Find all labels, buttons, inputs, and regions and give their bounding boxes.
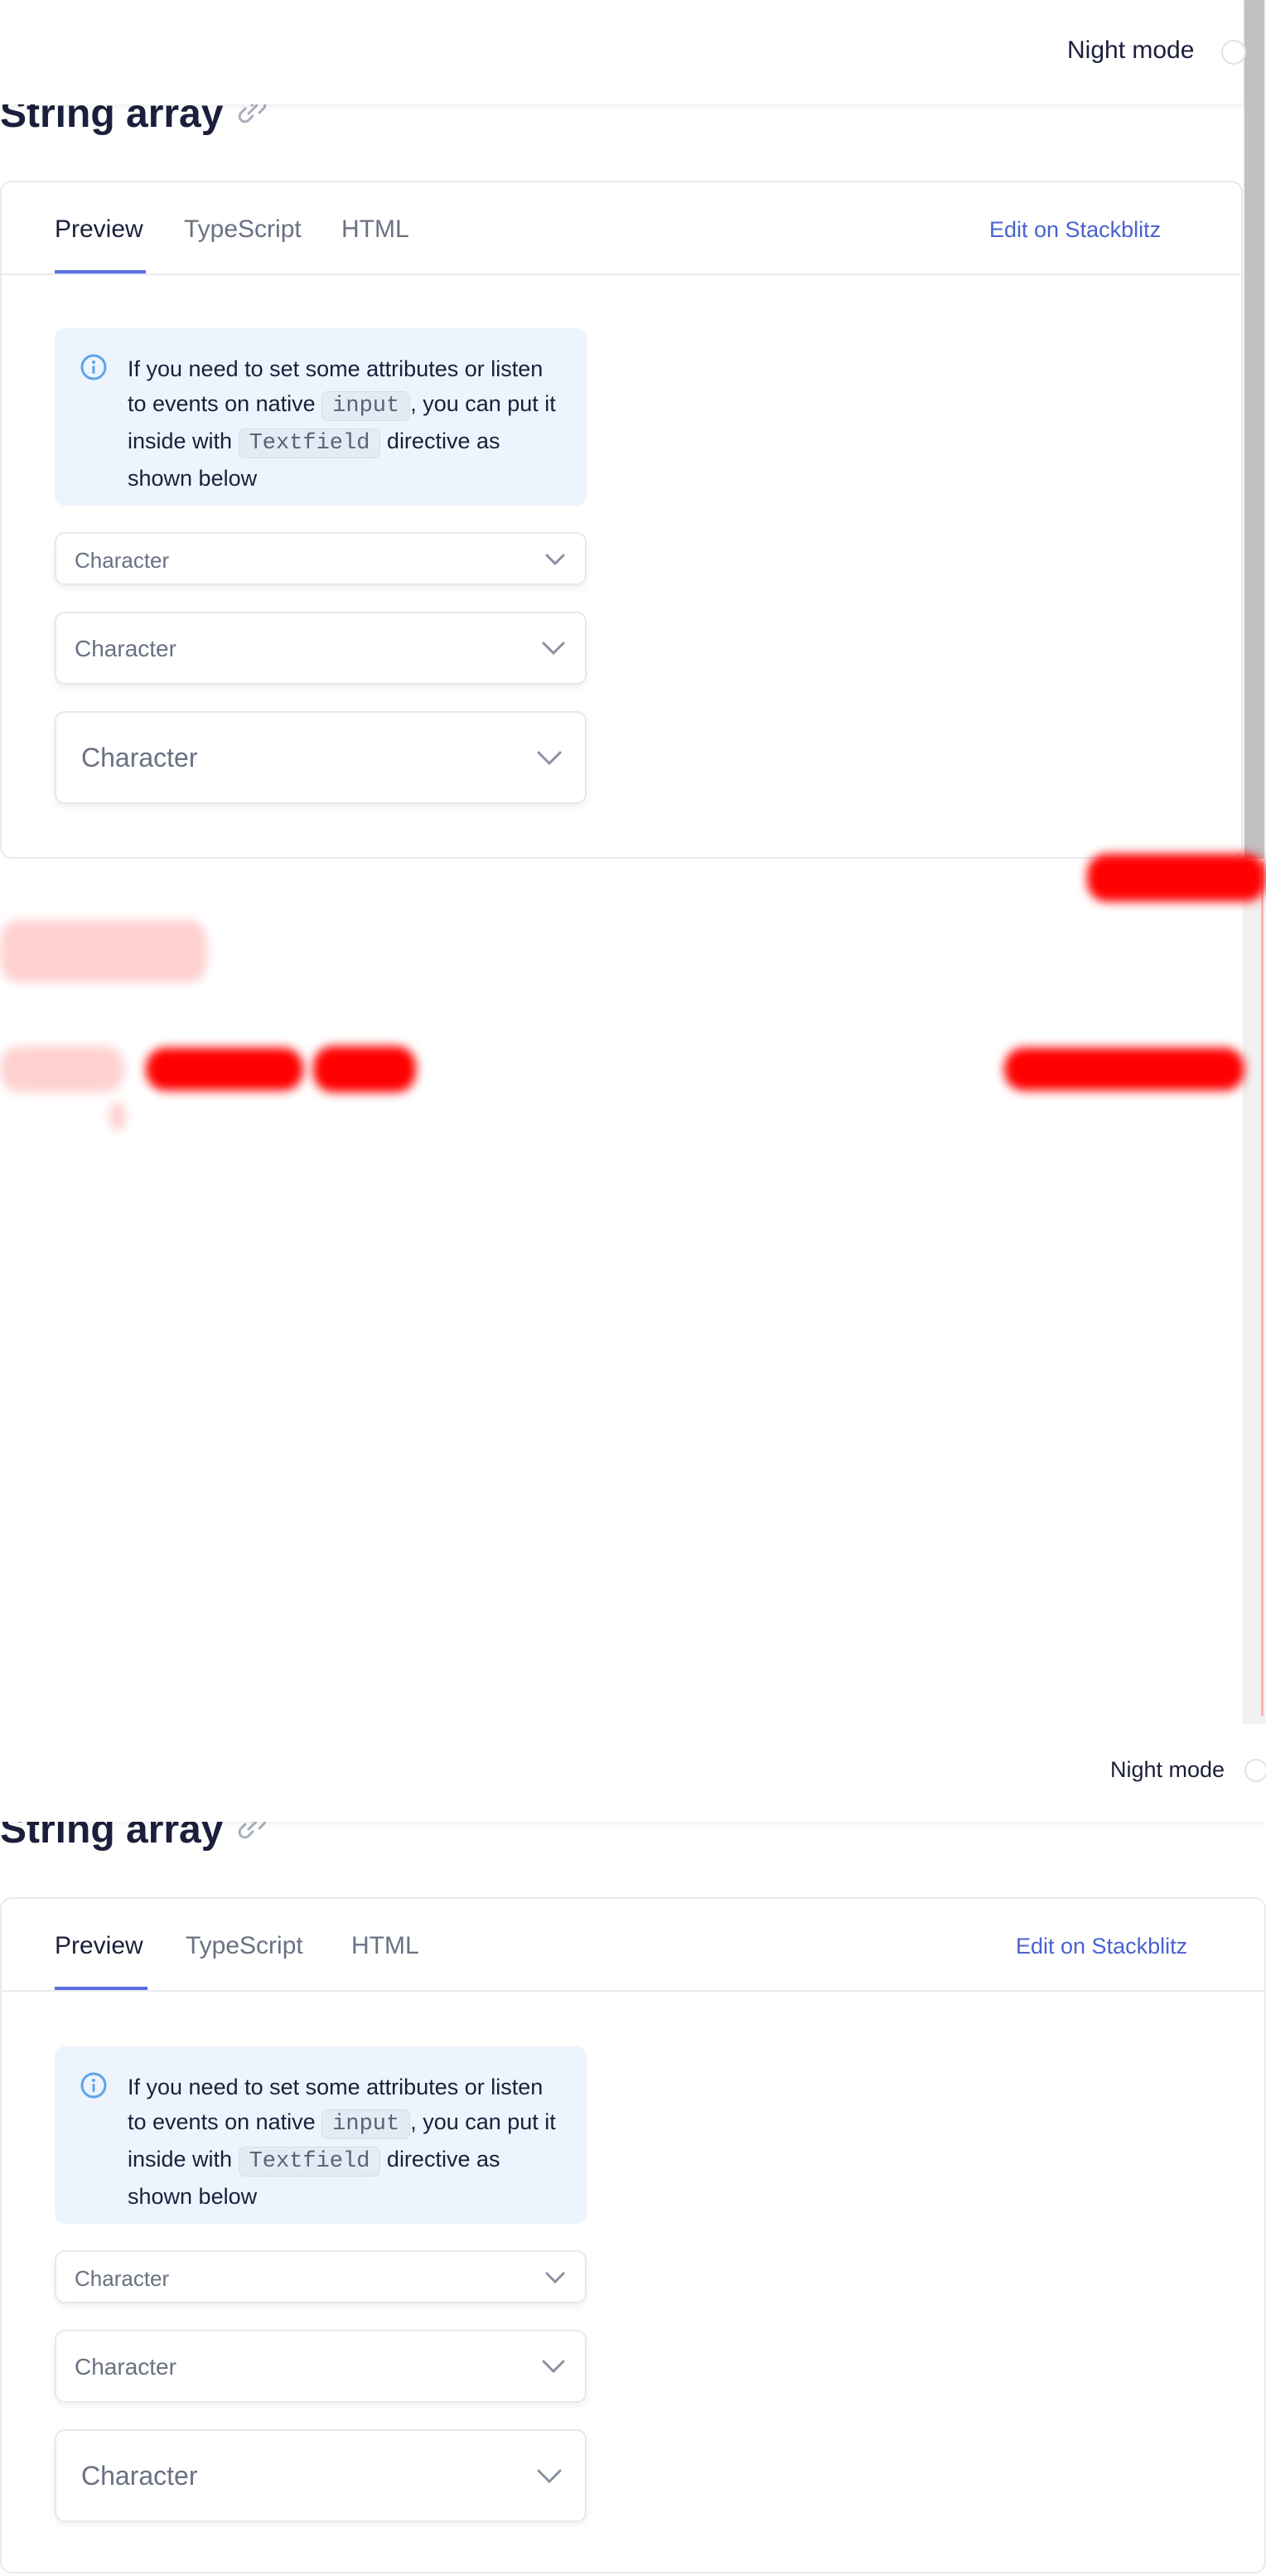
redaction-blob	[313, 1046, 416, 1092]
redaction-blob	[1087, 854, 1266, 902]
edit-on-stackblitz-link[interactable]: Edit on Stackblitz	[989, 217, 1161, 243]
select-small-placeholder: Character	[75, 548, 170, 573]
night-mode-toggle[interactable]	[1244, 1759, 1266, 1782]
chevron-down-icon	[537, 2469, 562, 2484]
night-mode-label: Night mode	[1067, 36, 1195, 64]
redaction-blob	[0, 1046, 124, 1092]
scrollbar-edge	[1261, 862, 1264, 1716]
night-mode-toggle[interactable]	[1221, 40, 1246, 65]
tab-preview[interactable]: Preview	[55, 1932, 143, 1960]
select-medium-placeholder: Character	[75, 636, 176, 661]
tab-html[interactable]: HTML	[341, 215, 409, 244]
night-mode-label: Night mode	[1110, 1757, 1225, 1782]
chevron-down-icon	[542, 2360, 565, 2373]
tab-typescript[interactable]: TypeScript	[184, 215, 302, 244]
chevron-down-icon	[545, 2272, 565, 2283]
code-textfield: Textfield	[238, 429, 381, 458]
active-tab-indicator	[55, 1987, 147, 1990]
chevron-down-icon	[545, 554, 565, 565]
select-large[interactable]: Character	[55, 2429, 587, 2522]
bottom-header: Night mode	[0, 1724, 1266, 1822]
redaction-blob	[109, 1102, 126, 1131]
select-small[interactable]: Character	[55, 2250, 587, 2303]
redaction-blob	[0, 920, 207, 983]
select-medium-placeholder: Character	[75, 2354, 176, 2380]
code-textfield: Textfield	[238, 2147, 381, 2177]
select-large-placeholder: Character	[81, 743, 198, 772]
code-input: input	[321, 391, 411, 421]
select-large[interactable]: Character	[55, 711, 587, 804]
tab-typescript[interactable]: TypeScript	[186, 1932, 303, 1960]
info-notification: If you need to set some attributes or li…	[55, 2046, 587, 2224]
select-small[interactable]: Character	[55, 532, 587, 585]
active-tab-indicator	[55, 270, 146, 274]
select-large-placeholder: Character	[81, 2461, 198, 2491]
redaction-blob	[1004, 1048, 1244, 1091]
select-medium[interactable]: Character	[55, 612, 587, 685]
top-header: Night mode	[0, 0, 1246, 104]
info-notification: If you need to set some attributes or li…	[55, 328, 587, 506]
demo-tabs: Preview TypeScript HTML Edit on Stackbli…	[2, 182, 1241, 275]
tab-html[interactable]: HTML	[351, 1932, 419, 1960]
demo-tabs: Preview TypeScript HTML Edit on Stackbli…	[2, 1899, 1264, 1992]
redaction-blob	[146, 1048, 303, 1091]
code-input: input	[321, 2109, 411, 2139]
select-medium[interactable]: Character	[55, 2330, 587, 2403]
tab-preview[interactable]: Preview	[55, 215, 143, 244]
scrollbar-thumb[interactable]	[1244, 0, 1264, 859]
chevron-down-icon	[537, 751, 562, 766]
edit-on-stackblitz-link[interactable]: Edit on Stackblitz	[1016, 1934, 1187, 1959]
demo-card: Preview TypeScript HTML Edit on Stackbli…	[0, 181, 1243, 859]
info-icon	[80, 354, 107, 380]
select-small-placeholder: Character	[75, 2266, 170, 2291]
demo-card: Preview TypeScript HTML Edit on Stackbli…	[0, 1897, 1266, 2574]
chevron-down-icon	[542, 642, 565, 655]
info-icon	[80, 2072, 107, 2099]
